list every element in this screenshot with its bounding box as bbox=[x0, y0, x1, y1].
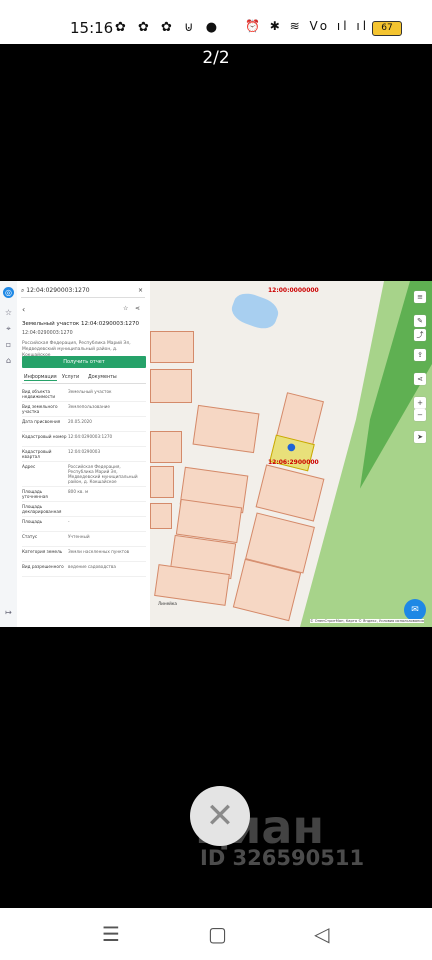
back-button-icon[interactable]: ◁ bbox=[314, 922, 329, 946]
tab-documents[interactable]: Документы bbox=[88, 375, 117, 380]
info-row: Категория земель Земли населенных пунктов bbox=[22, 547, 146, 562]
clock: 15:16 bbox=[70, 19, 114, 37]
tab-info[interactable]: Информация bbox=[24, 375, 57, 381]
back-icon[interactable]: ‹ bbox=[22, 305, 25, 314]
home-button-icon[interactable]: ▢ bbox=[208, 922, 227, 946]
info-row: Статус Учтенный bbox=[22, 532, 146, 547]
notification-icons: ✿ ✿ ✿ ⊍ ● bbox=[115, 20, 222, 35]
bookmark-icon[interactable]: ☆ bbox=[123, 305, 128, 312]
page-counter: 2/2 bbox=[202, 48, 230, 68]
info-row: Площадь декларированная bbox=[22, 502, 146, 517]
upload-icon[interactable]: ⇪ bbox=[414, 349, 426, 361]
tabs: Информация Услуги Документы bbox=[22, 373, 146, 384]
minus-icon[interactable]: − bbox=[414, 409, 426, 421]
land-plot[interactable] bbox=[255, 464, 325, 522]
land-plot[interactable] bbox=[150, 466, 174, 498]
info-rows: Вид объекта недвижимости Земельный участо… bbox=[22, 387, 146, 577]
ruler-icon[interactable]: ✎ bbox=[414, 315, 426, 327]
embedded-screenshot[interactable]: ◎ ☆ ⌖ ▫ ⌂ ↦ ⌕ 12:04:0290003:1270 × ‹ ☆ ⋖… bbox=[0, 281, 432, 627]
info-row: Дата присвоения 20.05.2020 bbox=[22, 417, 146, 432]
share-icon[interactable]: ⋖ bbox=[135, 305, 140, 312]
lake bbox=[228, 289, 282, 333]
info-row: Адрес Российская Федерация, Республика Ма… bbox=[22, 462, 146, 487]
cadastral-map[interactable]: ● 12:00:0000000 12:06:2900000 ≡ ✎ ⤴ ⇪ ⋖ … bbox=[150, 281, 432, 627]
star-icon[interactable]: ☆ bbox=[3, 307, 14, 318]
close-button[interactable]: ✕ bbox=[190, 786, 250, 846]
info-row: Вид земельного участка Землепользование bbox=[22, 402, 146, 417]
land-plot[interactable] bbox=[192, 404, 260, 454]
land-plot[interactable] bbox=[150, 331, 194, 363]
close-icon[interactable]: × bbox=[138, 287, 143, 294]
navigation-icon[interactable]: ⋖ bbox=[414, 373, 426, 385]
land-plot[interactable] bbox=[150, 503, 172, 529]
app-logo-icon[interactable]: ◎ bbox=[3, 287, 14, 298]
listing-id-watermark: ID 326590511 bbox=[200, 846, 365, 870]
logout-icon[interactable]: ↦ bbox=[3, 607, 14, 618]
share-icon[interactable]: ⤴ bbox=[414, 329, 426, 341]
land-plot[interactable] bbox=[150, 369, 192, 403]
cadastral-label: 12:06:2900000 bbox=[268, 459, 319, 466]
map-copyright: © ОпенСтритМап, Карта © Яндекс, Условия … bbox=[310, 619, 424, 623]
object-number: 12:04:0290003:1270 bbox=[22, 331, 73, 336]
scale-bar: Линейка bbox=[158, 601, 178, 606]
object-title: Земельный участок 12:04:0290003:1270 bbox=[22, 321, 140, 327]
location-pin-icon: ● bbox=[287, 442, 296, 453]
info-row: Кадастровый номер 12:04:0290003:1270 bbox=[22, 432, 146, 447]
recent-apps-icon[interactable]: ☰ bbox=[102, 922, 120, 946]
info-row: Площадь уточненная 800 кв. м bbox=[22, 487, 146, 502]
info-row: Вид разрешенного ведение садоводства bbox=[22, 562, 146, 577]
info-panel: ⌕ 12:04:0290003:1270 × ‹ ☆ ⋖ Земельный у… bbox=[17, 281, 150, 627]
info-row: Кадастровый квартал 12:04:0290003 bbox=[22, 447, 146, 462]
locate-icon[interactable]: ➤ bbox=[414, 431, 426, 443]
search-icon: ⌕ bbox=[21, 287, 25, 294]
search-value: 12:04:0290003:1270 bbox=[26, 287, 90, 294]
navigation-bar: ☰ ▢ ◁ bbox=[0, 908, 432, 960]
pin-icon[interactable]: ⌖ bbox=[3, 323, 14, 334]
app-sidebar: ◎ ☆ ⌖ ▫ ⌂ ↦ bbox=[0, 281, 18, 627]
battery-icon: 67 bbox=[372, 21, 402, 36]
search-input[interactable]: ⌕ 12:04:0290003:1270 × bbox=[21, 287, 145, 298]
system-icons: ⏰ ✱ ≋ Vo ıl ıl bbox=[245, 19, 370, 33]
home-icon[interactable]: ⌂ bbox=[3, 355, 14, 366]
info-row: Вид объекта недвижимости Земельный участо… bbox=[22, 387, 146, 402]
layers-icon[interactable]: ≡ bbox=[414, 291, 426, 303]
land-plot[interactable] bbox=[150, 431, 182, 463]
mail-icon[interactable]: ✉ bbox=[404, 599, 426, 621]
cadastral-label: 12:00:0000000 bbox=[268, 287, 319, 294]
get-report-button[interactable]: Получить отчет bbox=[22, 356, 146, 368]
doc-icon[interactable]: ▫ bbox=[3, 339, 14, 350]
status-bar: 15:16 ✿ ✿ ✿ ⊍ ● ⏰ ✱ ≋ Vo ıl ıl 67 bbox=[0, 0, 432, 44]
info-row: Площадь - bbox=[22, 517, 146, 532]
tab-services[interactable]: Услуги bbox=[62, 375, 79, 380]
plus-icon[interactable]: + bbox=[414, 397, 426, 409]
